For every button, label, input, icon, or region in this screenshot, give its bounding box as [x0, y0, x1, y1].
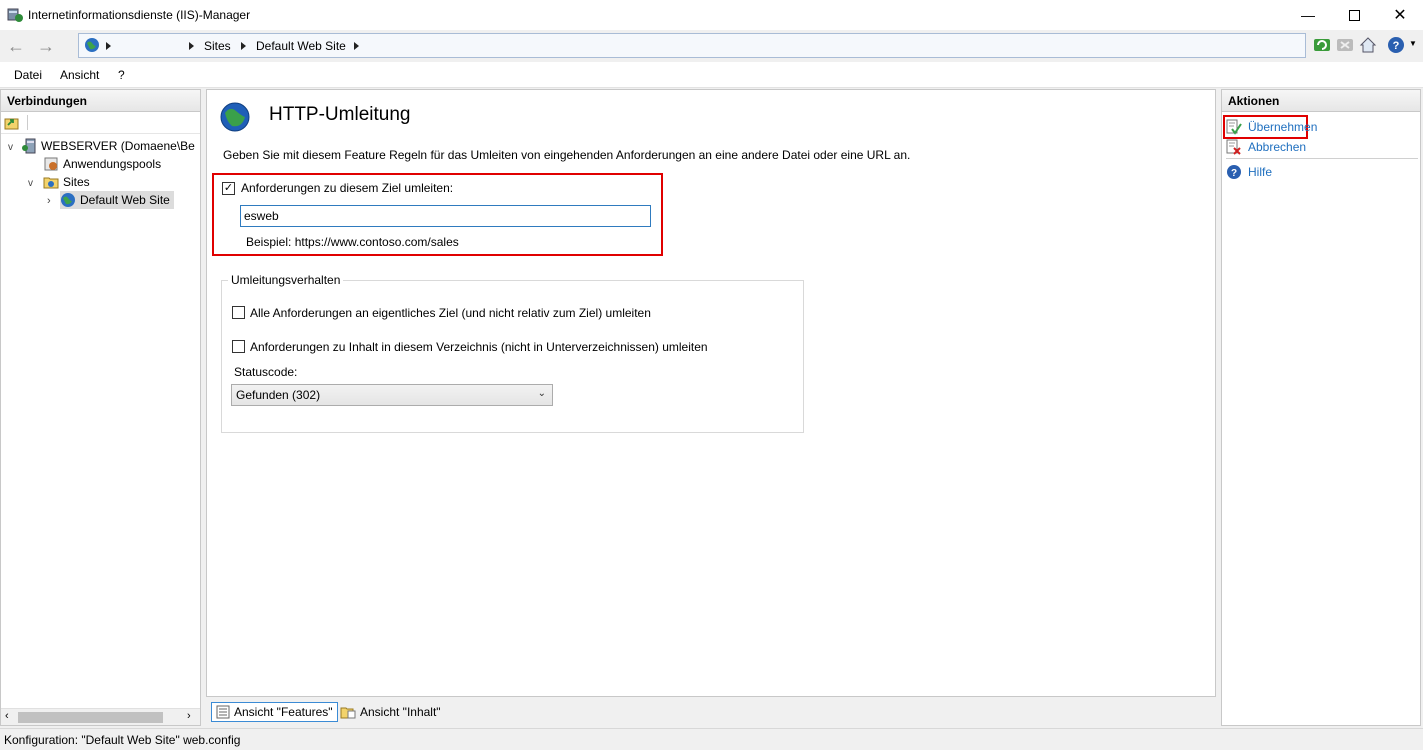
- svg-text:?: ?: [1393, 40, 1400, 52]
- cancel-x-icon: [1226, 139, 1241, 155]
- features-view-icon: [216, 705, 230, 719]
- tree-label-sites: Sites: [63, 175, 90, 189]
- cancel-action[interactable]: Abbrechen: [1226, 138, 1306, 156]
- status-code-value: Gefunden (302): [236, 388, 321, 402]
- view-tabs: Ansicht "Features" Ansicht "Inhalt": [206, 700, 1216, 724]
- close-button[interactable]: ✕: [1377, 0, 1423, 30]
- feature-panel: HTTP-Umleitung Geben Sie mit diesem Feat…: [206, 89, 1216, 697]
- apply-label: Übernehmen: [1248, 120, 1318, 134]
- tab-content-view[interactable]: Ansicht "Inhalt": [336, 702, 445, 722]
- connections-header: Verbindungen: [1, 90, 200, 112]
- forward-button[interactable]: →: [34, 34, 58, 58]
- cancel-label: Abbrechen: [1248, 140, 1307, 154]
- breadcrumb-default-site[interactable]: Default Web Site: [256, 39, 346, 53]
- tree-item-server[interactable]: WEBSERVER (Domaene\Be: [21, 137, 195, 155]
- sites-folder-icon: [43, 177, 59, 189]
- scroll-right-icon[interactable]: ›: [187, 710, 191, 722]
- breadcrumb-separator-icon: [241, 42, 246, 50]
- status-code-label: Statuscode:: [234, 365, 298, 379]
- breadcrumb-separator-icon: [189, 42, 194, 50]
- breadcrumb-separator-icon: [106, 42, 111, 50]
- help-icon: ?: [1227, 165, 1241, 179]
- connections-panel: Verbindungen v WEBSERVER (Domaene\Be Anw…: [0, 89, 201, 726]
- redirect-behavior-group: Umleitungsverhalten Alle Anforderungen a…: [221, 273, 804, 433]
- connect-icon[interactable]: [4, 115, 20, 131]
- menu-datei[interactable]: Datei: [14, 68, 42, 82]
- exact-destination-label: Alle Anforderungen an eigentliches Ziel …: [250, 306, 651, 320]
- apply-check-icon: [1226, 119, 1242, 135]
- redirect-example-text: Beispiel: https://www.contoso.com/sales: [246, 235, 459, 249]
- svg-text:?: ?: [1231, 168, 1237, 179]
- content-view-icon: [340, 707, 356, 719]
- title-bar: Internetinformationsdienste (IIS)-Manage…: [0, 0, 1423, 30]
- redirect-target-input[interactable]: [240, 205, 651, 227]
- help-dropdown-icon[interactable]: ▼: [1409, 39, 1417, 48]
- forward-arrow-icon: →: [37, 35, 55, 56]
- tree-label-app-pools: Anwendungspools: [63, 157, 162, 171]
- minimize-button[interactable]: —: [1285, 0, 1331, 30]
- tab-features-view[interactable]: Ansicht "Features": [211, 702, 338, 722]
- actions-panel: Aktionen Übernehmen Abbrechen ? Hilfe: [1221, 89, 1421, 726]
- collapse-sites-icon[interactable]: v: [28, 178, 33, 189]
- tree-item-sites[interactable]: Sites: [43, 173, 90, 191]
- redirect-behavior-legend: Umleitungsverhalten: [228, 273, 344, 287]
- actions-separator: [1226, 158, 1418, 159]
- breadcrumb-separator-icon: [354, 42, 359, 50]
- menu-ansicht[interactable]: Ansicht: [60, 68, 99, 82]
- server-icon: [22, 138, 36, 154]
- iis-app-icon: [7, 8, 23, 22]
- address-breadcrumb[interactable]: Sites Default Web Site: [78, 33, 1306, 58]
- apply-action[interactable]: Übernehmen: [1226, 118, 1317, 136]
- status-text: Konfiguration: "Default Web Site" web.co…: [4, 733, 241, 747]
- maximize-button[interactable]: [1331, 0, 1377, 30]
- http-redirect-globe-icon: [220, 102, 250, 132]
- scroll-left-icon[interactable]: ‹: [5, 710, 9, 722]
- address-bar: ← → Sites Default Web Site ? ▼: [0, 30, 1423, 62]
- window-title: Internetinformationsdienste (IIS)-Manage…: [28, 8, 251, 22]
- help-action[interactable]: ? Hilfe: [1226, 163, 1272, 181]
- help-icon[interactable]: ?: [1387, 36, 1405, 54]
- only-this-directory-label: Anforderungen zu Inhalt in diesem Verzei…: [250, 340, 708, 354]
- back-button[interactable]: ←: [4, 34, 28, 58]
- globe-icon: [85, 38, 99, 52]
- connections-toolbar: [1, 112, 200, 134]
- exact-destination-checkbox[interactable]: [232, 306, 245, 319]
- chevron-down-icon: ⌄: [537, 388, 546, 399]
- redirect-checkbox[interactable]: ✓: [222, 182, 235, 195]
- tab-content-label: Ansicht "Inhalt": [360, 705, 441, 719]
- minimize-icon: —: [1301, 7, 1315, 23]
- collapse-server-icon[interactable]: v: [8, 142, 13, 153]
- maximize-icon: [1348, 9, 1360, 21]
- status-code-select[interactable]: Gefunden (302) ⌄: [231, 384, 553, 406]
- globe-icon: [61, 193, 75, 207]
- page-title: HTTP-Umleitung: [269, 104, 411, 125]
- menu-bar: Datei Ansicht ?: [0, 62, 1423, 88]
- tree-item-app-pools[interactable]: Anwendungspools: [43, 155, 161, 173]
- expand-site-icon[interactable]: ›: [47, 195, 51, 207]
- redirect-checkbox-label: Anforderungen zu diesem Ziel umleiten:: [241, 181, 454, 195]
- checkmark-icon: ✓: [223, 182, 234, 194]
- tree-item-default-site[interactable]: Default Web Site: [60, 191, 174, 209]
- connections-horizontal-scrollbar[interactable]: ‹ ›: [1, 708, 200, 725]
- feature-description: Geben Sie mit diesem Feature Regeln für …: [223, 148, 911, 162]
- help-label: Hilfe: [1248, 165, 1273, 179]
- stop-icon[interactable]: [1336, 36, 1354, 54]
- redirect-target-highlight: ✓ Anforderungen zu diesem Ziel umleiten:…: [212, 173, 663, 256]
- tab-features-label: Ansicht "Features": [234, 705, 333, 719]
- app-pools-icon: [44, 157, 58, 171]
- actions-header: Aktionen: [1222, 90, 1420, 112]
- status-bar: Konfiguration: "Default Web Site" web.co…: [0, 728, 1423, 750]
- toolbar-separator: [27, 115, 28, 130]
- home-icon[interactable]: [1359, 36, 1377, 54]
- only-this-directory-checkbox[interactable]: [232, 340, 245, 353]
- breadcrumb-sites[interactable]: Sites: [204, 39, 231, 53]
- refresh-icon[interactable]: [1313, 36, 1331, 54]
- menu-help[interactable]: ?: [118, 68, 125, 82]
- scrollbar-thumb[interactable]: [18, 712, 163, 723]
- close-icon: ✕: [1393, 7, 1407, 24]
- tree-label-server: WEBSERVER (Domaene\Be: [41, 139, 195, 153]
- tree-label-default-site: Default Web Site: [80, 193, 170, 207]
- back-arrow-icon: ←: [7, 35, 25, 56]
